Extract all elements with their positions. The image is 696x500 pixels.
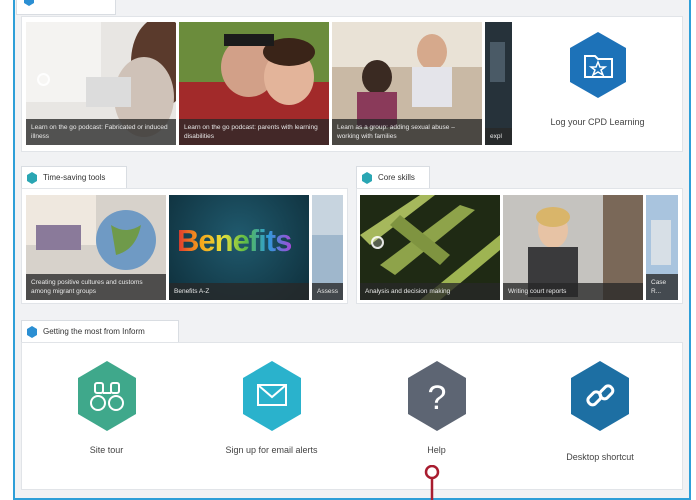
tile-caption: Learn on the go podcast: Fabricated or i… [26,119,176,145]
tile-caption: Case R... [646,274,678,300]
desktop-shortcut-card[interactable]: Desktop shortcut [520,345,680,485]
folder-star-icon [570,32,626,98]
tile-caption: expl [485,128,512,145]
hexagon-icon [24,0,34,6]
tile-caption: Analysis and decision making [360,283,500,300]
featured-tile-3[interactable]: Learn as a group: adding sexual abuse – … [332,22,482,145]
featured-tile-4[interactable]: expl [485,22,512,145]
svg-text:?: ? [427,379,446,417]
hexagon-icon [362,171,372,184]
hexagon-icon [27,171,37,184]
benefits-banner: Benefits [177,223,292,258]
site-tour-card[interactable]: Site tour [25,345,188,485]
time-saving-tile-2[interactable]: Benefits Benefits A-Z [169,195,309,300]
question-icon: ? [407,361,466,431]
help-card[interactable]: ? Help [355,345,518,485]
tab-time-saving-tools[interactable]: Time-saving tools [21,166,127,188]
tile-caption: Creating positive cultures and customs a… [26,274,166,300]
play-icon [371,236,384,249]
play-icon [37,73,50,86]
tile-photo [485,22,512,145]
email-alerts-card[interactable]: Sign up for email alerts [190,345,353,485]
feature-label: Desktop shortcut [566,452,634,462]
link-icon [571,361,629,431]
tile-caption: Learn as a group: adding sexual abuse – … [332,119,482,145]
featured-tile-2[interactable]: Learn on the go podcast: parents with le… [179,22,329,145]
hexagon-icon [27,325,37,338]
core-skills-tile-2[interactable]: Writing court reports [503,195,643,300]
section-title: Getting the most from Inform [43,327,145,336]
feature-label: Sign up for email alerts [225,445,318,455]
section-title: Core skills [378,173,415,182]
tile-caption: Writing court reports [503,283,643,300]
core-skills-tile-3[interactable]: Case R... [646,195,678,300]
location-pin-icon [424,465,440,500]
log-cpd-label: Log your CPD Learning [550,117,645,127]
tile-caption: Benefits A-Z [169,283,309,300]
core-skills-tile-1[interactable]: Analysis and decision making [360,195,500,300]
feature-label: Help [427,445,446,455]
time-saving-tile-3[interactable]: Assess [312,195,343,300]
time-saving-tile-1[interactable]: Creating positive cultures and customs a… [26,195,166,300]
envelope-icon [242,361,301,431]
tile-caption: Learn on the go podcast: parents with le… [179,119,329,145]
top-section-tab[interactable] [16,0,116,15]
feature-label: Site tour [89,445,124,455]
tab-core-skills[interactable]: Core skills [356,166,430,188]
tab-getting-most[interactable]: Getting the most from Inform [21,320,179,342]
log-cpd-card[interactable]: Log your CPD Learning [516,22,679,145]
binoculars-icon [77,361,136,431]
featured-tile-1[interactable]: Learn on the go podcast: Fabricated or i… [26,22,176,145]
tile-caption: Assess [312,283,343,300]
section-title: Time-saving tools [43,173,106,182]
